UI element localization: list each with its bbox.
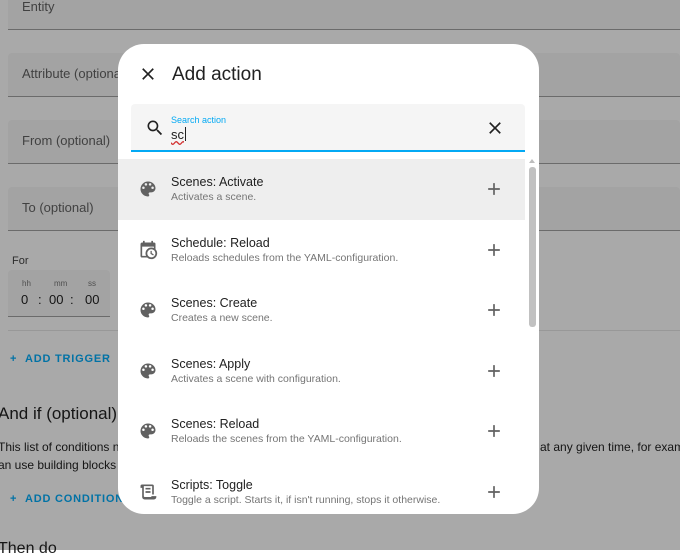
plus-icon[interactable] [484, 240, 504, 260]
list-item[interactable]: Scenes: Apply Activates a scene with con… [118, 341, 525, 402]
search-input-value: sc [171, 127, 184, 142]
item-title: Scenes: Activate [171, 175, 264, 189]
item-description: Creates a new scene. [171, 312, 273, 324]
search-field[interactable]: Search action sc [131, 104, 525, 152]
scroll-thumb[interactable] [529, 167, 536, 327]
search-label: Search action [171, 115, 227, 125]
plus-icon[interactable] [484, 361, 504, 381]
item-title: Scripts: Toggle [171, 477, 253, 492]
dialog-title: Add action [172, 64, 262, 85]
search-input[interactable]: sc [171, 127, 186, 142]
plus-icon[interactable] [484, 482, 504, 502]
palette-icon [140, 363, 156, 378]
palette-icon [140, 302, 156, 318]
list-item[interactable]: Scenes: Reload Reloads the scenes from t… [118, 401, 525, 462]
item-title: Schedule: Reload [171, 235, 270, 250]
scroll-up-icon[interactable] [529, 159, 535, 163]
item-title: Scenes: Apply [171, 356, 251, 371]
item-description: Activates a scene with configuration. [171, 372, 341, 385]
palette-icon [140, 423, 156, 439]
list-item[interactable]: Scenes: Activate Activates a scene. [118, 159, 525, 220]
palette-icon [140, 181, 156, 197]
item-description: Reloads the scenes from the YAML-configu… [171, 433, 402, 445]
plus-icon[interactable] [484, 300, 504, 320]
list-scrollbar[interactable] [526, 159, 539, 514]
plus-icon[interactable] [484, 179, 504, 199]
list-item[interactable]: Scenes: Create Creates a new scene. [118, 280, 525, 341]
item-title: Scenes: Reload [171, 417, 260, 431]
script-icon [140, 484, 157, 499]
text-caret [185, 127, 186, 141]
close-icon[interactable] [138, 64, 158, 84]
clear-search-icon[interactable] [485, 118, 505, 138]
item-title: Scenes: Create [171, 296, 258, 310]
action-list: Scenes: Activate Activates a scene. Sche… [118, 159, 525, 514]
search-icon [147, 120, 163, 136]
calendar-clock-icon [140, 240, 158, 259]
item-description: Toggle a script. Starts it, if isn't run… [171, 493, 441, 506]
item-description: Reloads schedules from the YAML-configur… [171, 251, 399, 264]
plus-icon[interactable] [484, 421, 504, 441]
list-item[interactable]: Scripts: Toggle Toggle a script. Starts … [118, 462, 525, 515]
list-item[interactable]: Schedule: Reload Reloads schedules from … [118, 220, 525, 281]
add-action-dialog: Add action Search action sc Scenes: Acti… [118, 44, 539, 514]
item-description: Activates a scene. [171, 191, 257, 203]
